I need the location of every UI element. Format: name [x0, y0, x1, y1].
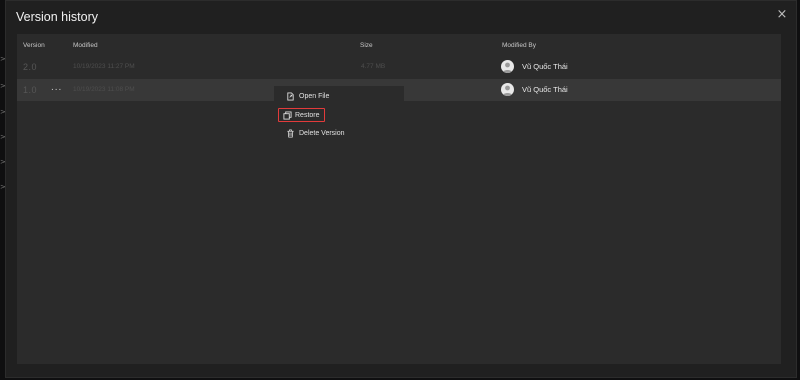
column-header-version[interactable]: Version [23, 42, 45, 49]
menu-item-label: Restore [295, 112, 320, 119]
modified-by-name: Vũ Quốc Thái [522, 62, 568, 71]
more-options-button[interactable]: ... [51, 82, 62, 93]
file-size: 4.77 MB [361, 63, 386, 70]
column-header-modified[interactable]: Modified [73, 42, 98, 49]
modified-date: 10/19/2023 11:27 PM [73, 63, 135, 70]
restore-icon [283, 111, 292, 120]
column-header-size[interactable]: Size [360, 42, 373, 49]
avatar [501, 83, 514, 96]
dialog-title: Version history [16, 10, 98, 24]
modified-by-name: Vũ Quốc Thái [522, 85, 568, 94]
modified-date: 10/19/2023 11:08 PM [73, 86, 135, 93]
close-icon: × [776, 7, 788, 22]
menu-item-delete-version[interactable]: Delete Version [278, 126, 398, 142]
close-button[interactable]: × [774, 7, 790, 23]
open-file-icon [287, 92, 294, 101]
version-number: 2.0 [23, 62, 38, 72]
menu-item-label: Open File [299, 93, 330, 100]
person-icon [502, 85, 513, 96]
version-table: Version Modified Size Modified By 2.0 10… [17, 34, 781, 364]
version-number: 1.0 [23, 85, 38, 95]
menu-item-label: Delete Version [299, 130, 345, 137]
person-icon [502, 62, 513, 73]
menu-item-open-file[interactable]: Open File [278, 89, 398, 105]
table-row[interactable]: 2.0 10/19/2023 11:27 PM 4.77 MB Vũ Quốc … [17, 56, 781, 78]
column-header-modified-by[interactable]: Modified By [502, 42, 536, 49]
avatar [501, 60, 514, 73]
trash-icon [287, 129, 294, 138]
version-history-dialog: Version history × Version Modified Size … [5, 0, 797, 378]
version-context-menu: Open File Restore Delete Version [274, 86, 404, 146]
menu-item-restore[interactable]: Restore [278, 108, 325, 122]
